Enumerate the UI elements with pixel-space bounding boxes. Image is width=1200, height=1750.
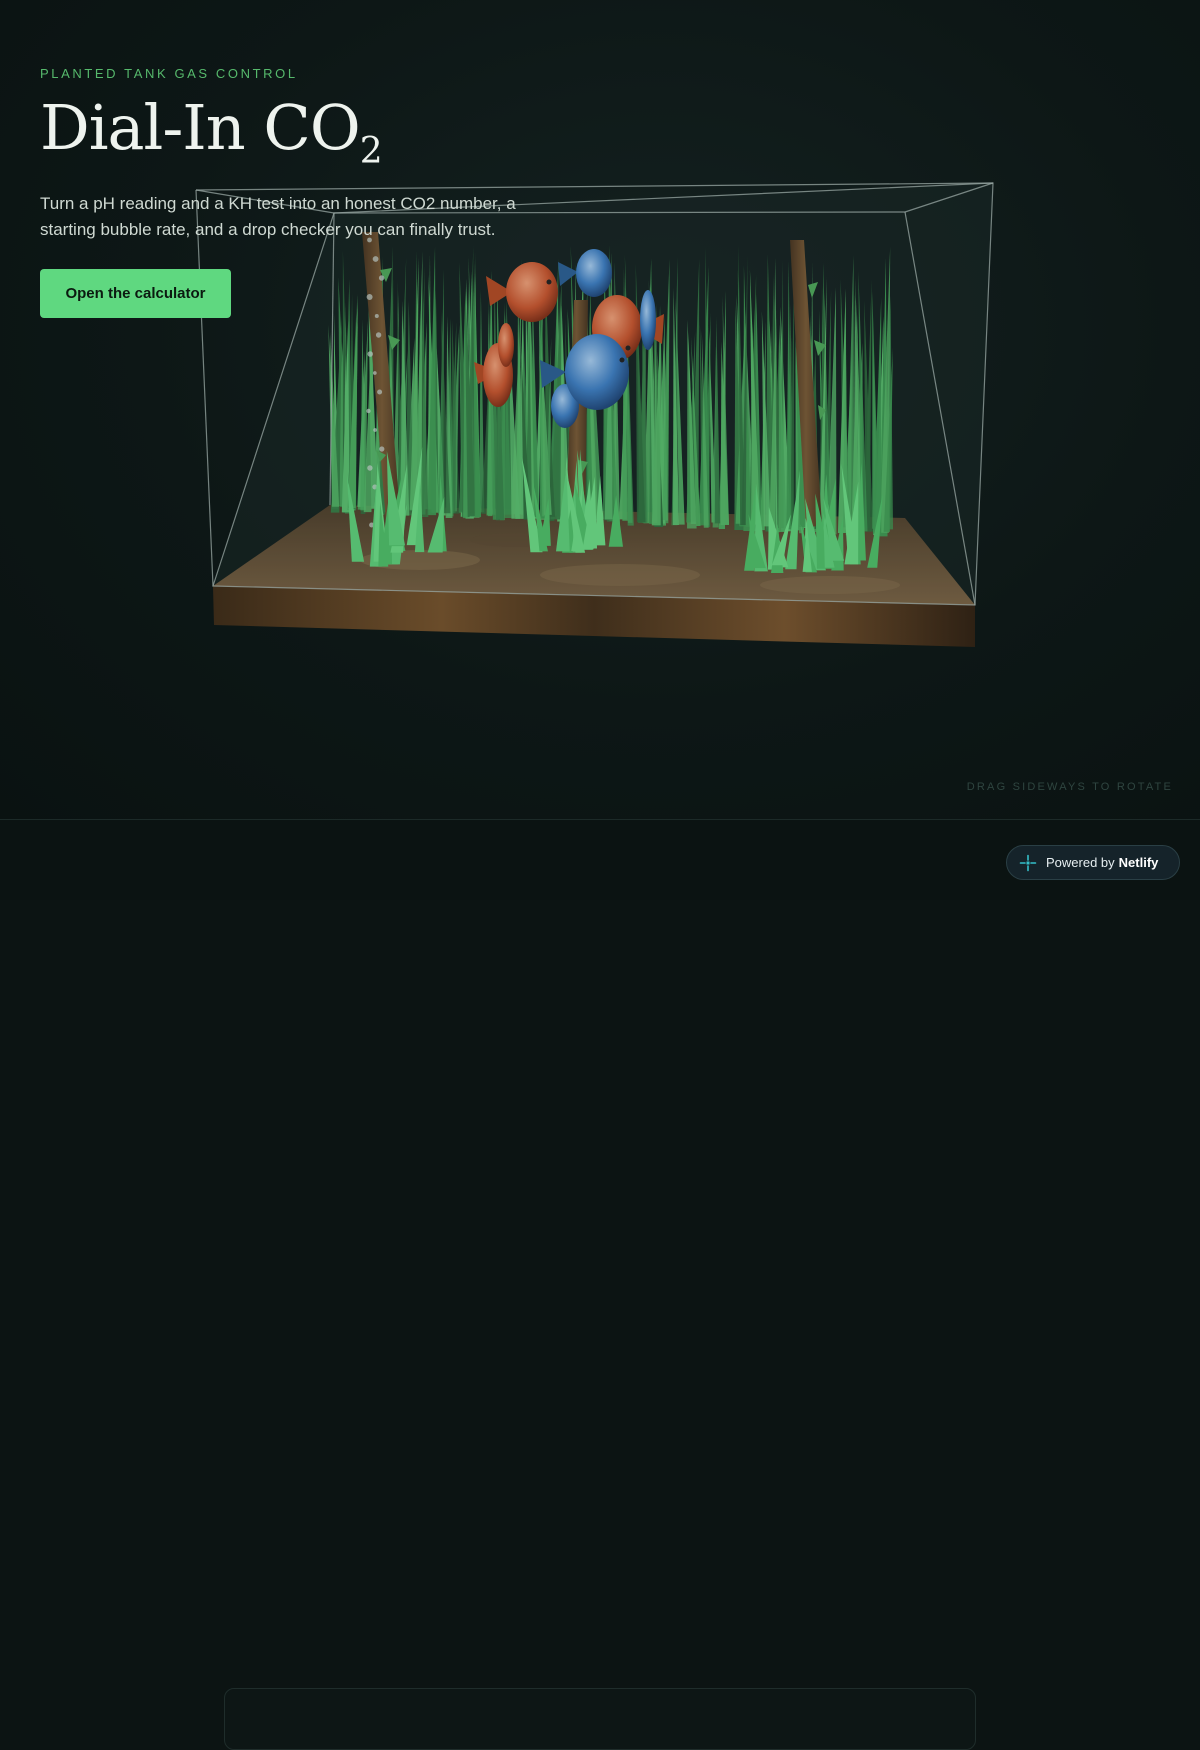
hero-eyebrow: PLANTED TANK GAS CONTROL (40, 66, 298, 81)
netlify-badge[interactable]: Powered by Netlify (1006, 845, 1180, 880)
hero-section: PLANTED TANK GAS CONTROL Dial-In CO2 Tur… (0, 0, 1200, 819)
badge-prefix: Powered by (1046, 855, 1115, 870)
badge-brand: Netlify (1118, 855, 1159, 870)
rotate-hint: DRAG SIDEWAYS TO ROTATE (966, 781, 1173, 793)
open-calculator-button[interactable]: Open the calculator (40, 269, 231, 318)
hero-description: Turn a pH reading and a KH test into an … (40, 194, 516, 239)
title-subscript: 2 (359, 131, 383, 172)
page-title: Dial-In CO2 (40, 88, 383, 192)
tank-glass-frame (195, 182, 994, 606)
calculator-panel (224, 1688, 976, 1750)
title-main: Dial-In CO (40, 91, 361, 164)
netlify-icon (1019, 854, 1037, 871)
